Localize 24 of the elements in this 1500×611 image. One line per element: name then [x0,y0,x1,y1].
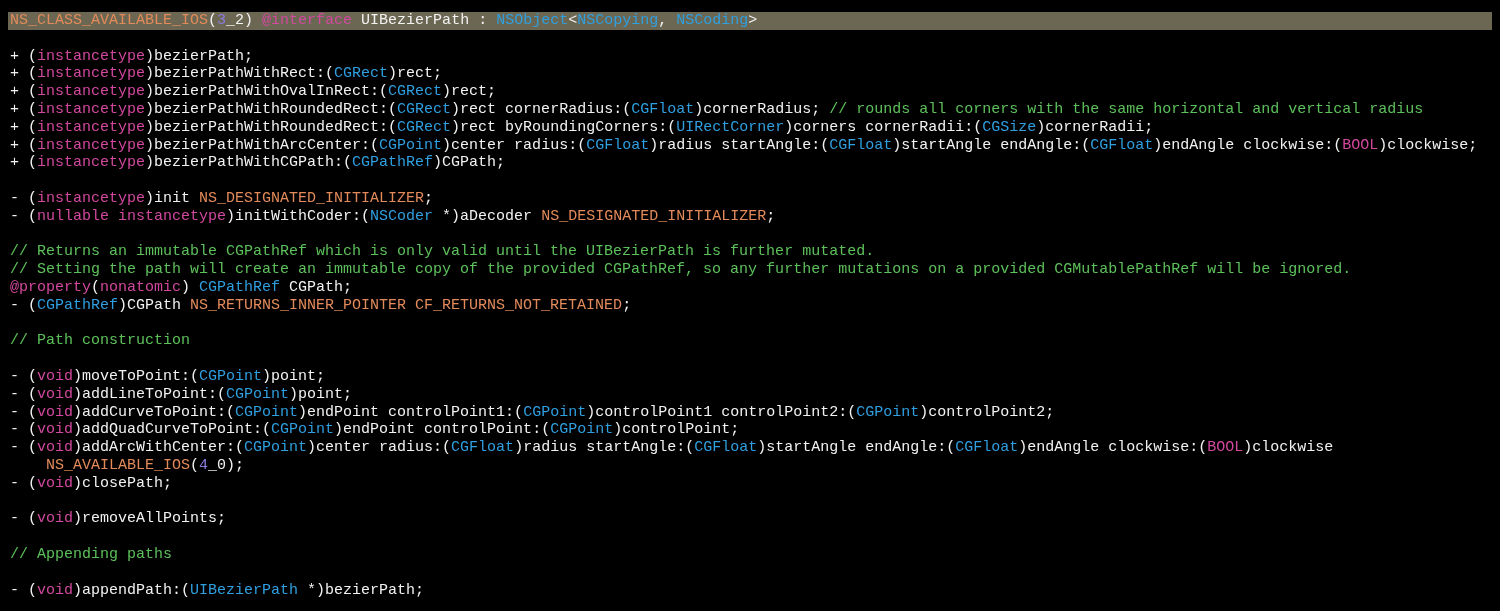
code-line: - (CGPathRef)CGPath NS_RETURNS_INNER_POINTER CF_RETURNS_NOT_RETAINED; [9,296,633,315]
code-line: - (void)addQuadCurveToPoint:(CGPoint)endPoint controlPoint:(CGPoint)controlPoint; [9,421,741,440]
code-line: - (void)addCurveToPoint:(CGPoint)endPoint controlPoint1:(CGPoint)controlPoint1 controlPoint2:(CGPoint)controlPoint2; [9,403,1056,422]
code-line: - (void)addLineToPoint:(CGPoint)point; [9,385,354,404]
code-line: // Returns an immutable CGPathRef which is only valid until the UIBezierPath is further mutated. [9,243,876,262]
code-line: + (instancetype)bezierPath; [9,47,255,66]
code-line: + (instancetype)bezierPathWithCGPath:(CGPathRef)CGPath; [9,154,507,173]
code-line: - (void)removeAllPoints; [9,510,228,529]
code-line: + (instancetype)bezierPathWithRoundedRect:(CGRect)rect byRoundingCorners:(UIRectCorner)corners cornerRadii:(CGSize)cornerRadii; [9,118,1155,137]
code-line: - (instancetype)init NS_DESIGNATED_INITIALIZER; [9,189,435,208]
code-line: - (void)addArcWithCenter:(CGPoint)center radius:(CGFloat)radius startAngle:(CGFloat)startAngle endAngle:(CGFloat)endAngle clockwise:(BOOL)clockwise [9,439,1335,457]
code-line: // Setting the path will create an immutable copy of the provided CGPathRef, so any further mutations on a provided CGMutablePathRef will be ignored. [9,261,1353,279]
code-line: - (void)moveToPoint:(CGPoint)point; [9,367,327,386]
code-line: - (nullable instancetype)initWithCoder:(NSCoder *)aDecoder NS_DESIGNATED_INITIALIZER; [9,207,777,226]
code-line: + (instancetype)bezierPathWithRect:(CGRect)rect; [9,65,444,84]
code-line: + (instancetype)bezierPathWithOvalInRect:(CGRect)rect; [9,83,498,101]
code-line: + (instancetype)bezierPathWithArcCenter:(CGPoint)center radius:(CGFloat)radius startAngle:(CGFloat)startAngle endAngle:(CGFloat)endAngle clockwise:(BOOL)clockwise; [9,136,1479,155]
code-line: - (void)appendPath:(UIBezierPath *)bezierPath; [9,581,426,600]
code-line: NS_AVAILABLE_IOS(4_0); [45,456,246,475]
code-line: - (void)closePath; [9,474,174,493]
code-line: @property(nonatomic) CGPathRef CGPath; [9,278,354,297]
code-line: // Path construction [9,332,192,351]
code-line: + (instancetype)bezierPathWithRoundedRect:(CGRect)rect cornerRadius:(CGFloat)cornerRadius; // rounds all corners with the same horizontal and vertical radius [9,101,1425,119]
code-line: // Appending paths [9,545,174,564]
